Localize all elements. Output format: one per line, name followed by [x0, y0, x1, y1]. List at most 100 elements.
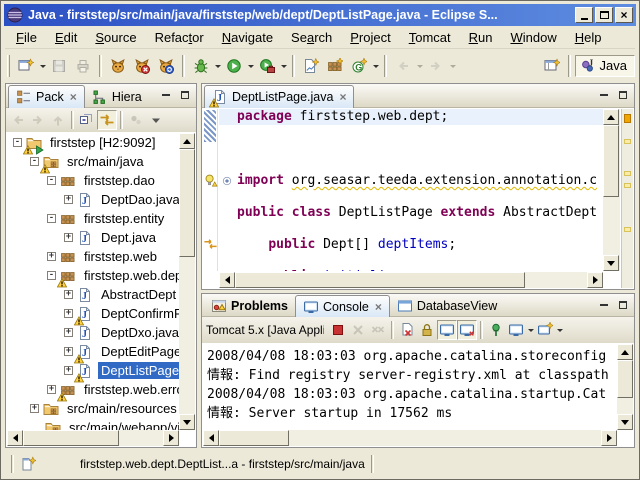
- scroll-down-button[interactable]: [617, 414, 633, 430]
- print-button[interactable]: [71, 54, 95, 78]
- tree-vertical-scrollbar[interactable]: [179, 133, 195, 430]
- console-output[interactable]: 2008/04/08 18:03:03 org.apache.catalina.…: [203, 344, 617, 430]
- expand-expander-icon[interactable]: +: [64, 366, 73, 375]
- tree-item-firststep-web[interactable]: +firststep.web: [7, 247, 179, 266]
- new-package-wizard-button[interactable]: [323, 54, 347, 78]
- minimize-button[interactable]: [575, 7, 593, 23]
- window-titlebar[interactable]: Java - firststep/src/main/java/firststep…: [4, 4, 636, 26]
- new-component-wizard-button[interactable]: G: [347, 54, 371, 78]
- up-button[interactable]: [48, 110, 68, 130]
- scrollbar-thumb[interactable]: [179, 149, 195, 257]
- maximize-view-button[interactable]: [177, 87, 193, 102]
- close-button[interactable]: ×: [615, 7, 633, 23]
- forward-button[interactable]: [424, 54, 448, 78]
- display-selected-console-button[interactable]: [506, 320, 526, 340]
- expand-expander-icon[interactable]: +: [47, 385, 56, 394]
- overview-ruler[interactable]: [621, 109, 633, 288]
- save-button[interactable]: [47, 54, 71, 78]
- expand-expander-icon[interactable]: +: [64, 328, 73, 337]
- collapse-expander-icon[interactable]: -: [47, 214, 56, 223]
- tree-horizontal-scrollbar[interactable]: [7, 430, 179, 446]
- tree-item-depteditpage[interactable]: +JDeptEditPage: [7, 342, 179, 361]
- menu-edit[interactable]: Edit: [46, 28, 86, 47]
- tree-item-firststep-dao[interactable]: -firststep.dao: [7, 171, 179, 190]
- display-selected-console-dropdown-icon[interactable]: [528, 329, 534, 335]
- menu-search[interactable]: Search: [282, 28, 341, 47]
- tree-item-src-main-resources[interactable]: +src/main/resources: [7, 399, 179, 418]
- expand-expander-icon[interactable]: +: [30, 404, 39, 413]
- tree-item-firststep-web-error[interactable]: +firststep.web.error: [7, 380, 179, 399]
- scroll-up-button[interactable]: [179, 133, 195, 149]
- toolbar-drag-handle[interactable]: [7, 55, 10, 77]
- scrollbar-thumb[interactable]: [219, 430, 289, 446]
- overview-warning-marker[interactable]: [624, 183, 631, 188]
- back-button[interactable]: [391, 54, 415, 78]
- collapse-expander-icon[interactable]: -: [47, 271, 56, 280]
- collapse-all-button[interactable]: [77, 110, 97, 130]
- open-console-dropdown-icon[interactable]: [557, 329, 563, 335]
- scrollbar-thumb[interactable]: [235, 272, 525, 288]
- scroll-right-button[interactable]: [163, 430, 179, 446]
- editor-vertical-scrollbar[interactable]: [603, 109, 620, 271]
- run-external-tools-dropdown-icon[interactable]: [281, 65, 287, 71]
- tomcat-start-button[interactable]: [106, 54, 130, 78]
- tree-item-firststep-h2-9092-[interactable]: -firststep [H2:9092]: [7, 133, 179, 152]
- new-component-wizard-dropdown-icon[interactable]: [373, 65, 379, 71]
- tree-item-deptconfirmf[interactable]: +JDeptConfirmF: [7, 304, 179, 323]
- tab-console[interactable]: Console ×: [295, 295, 390, 317]
- scroll-left-button[interactable]: [203, 430, 219, 446]
- console-vertical-scrollbar[interactable]: [617, 344, 633, 430]
- editor-annotation-ruler[interactable]: [203, 109, 218, 271]
- forward-dropdown-icon[interactable]: [450, 65, 456, 71]
- scrollbar-thumb[interactable]: [617, 360, 633, 398]
- minimize-console-button[interactable]: [596, 297, 612, 312]
- scroll-lock-button[interactable]: [417, 320, 437, 340]
- scroll-up-button[interactable]: [603, 109, 619, 125]
- overview-border-marker[interactable]: [624, 114, 631, 123]
- focus-button[interactable]: [126, 110, 146, 130]
- collapse-expander-icon[interactable]: -: [30, 157, 39, 166]
- show-stdout-change-button[interactable]: [437, 320, 457, 340]
- pin-console-button[interactable]: [486, 320, 506, 340]
- debug-button[interactable]: [189, 54, 213, 78]
- editor-horizontal-scrollbar[interactable]: [219, 272, 603, 288]
- scrollbar-thumb[interactable]: [603, 125, 619, 197]
- link-with-editor-button[interactable]: [97, 110, 117, 130]
- maximize-button[interactable]: [595, 7, 613, 23]
- close-editor-icon[interactable]: ×: [339, 90, 346, 104]
- back-dropdown-icon[interactable]: [417, 65, 423, 71]
- maximize-console-button[interactable]: [615, 297, 631, 312]
- open-console-button[interactable]: [535, 320, 555, 340]
- tomcat-stop-button[interactable]: [130, 54, 154, 78]
- tree-item-firststep-web-dept[interactable]: -firststep.web.dept: [7, 266, 179, 285]
- collapse-expander-icon[interactable]: -: [13, 138, 22, 147]
- overview-warning-marker[interactable]: [624, 171, 631, 176]
- menu-project[interactable]: Project: [341, 28, 399, 47]
- expand-expander-icon[interactable]: +: [47, 252, 56, 261]
- tree-item-dept-java[interactable]: +JDept.java: [7, 228, 179, 247]
- java-perspective-button[interactable]: JJava: [575, 55, 635, 77]
- close-console-icon[interactable]: ×: [375, 300, 382, 314]
- expand-expander-icon[interactable]: +: [64, 309, 73, 318]
- menu-file[interactable]: File: [7, 28, 46, 47]
- maximize-editor-button[interactable]: [615, 87, 631, 102]
- scroll-right-button[interactable]: [601, 430, 617, 446]
- new-web-wizard-button[interactable]: [299, 54, 323, 78]
- expand-expander-icon[interactable]: +: [64, 233, 73, 242]
- menu-window[interactable]: Window: [501, 28, 565, 47]
- tree-item-deptdao-java[interactable]: +JDeptDao.java: [7, 190, 179, 209]
- scrollbar-thumb[interactable]: [23, 430, 119, 446]
- menu-tomcat[interactable]: Tomcat: [400, 28, 460, 47]
- debug-dropdown-icon[interactable]: [215, 65, 221, 71]
- tree-item-deptdxo-java[interactable]: +JDeptDxo.java: [7, 323, 179, 342]
- scroll-left-button[interactable]: [7, 430, 23, 446]
- close-view-icon[interactable]: ×: [70, 90, 77, 104]
- run-button[interactable]: [222, 54, 246, 78]
- overview-warning-marker[interactable]: [624, 227, 631, 232]
- scroll-left-button[interactable]: [219, 272, 235, 288]
- clear-console-button[interactable]: [397, 320, 417, 340]
- tab-package-explorer[interactable]: Pack ×: [8, 85, 85, 108]
- expand-expander-icon[interactable]: +: [64, 347, 73, 356]
- scroll-down-button[interactable]: [603, 255, 619, 271]
- view-menu-button[interactable]: [146, 110, 166, 130]
